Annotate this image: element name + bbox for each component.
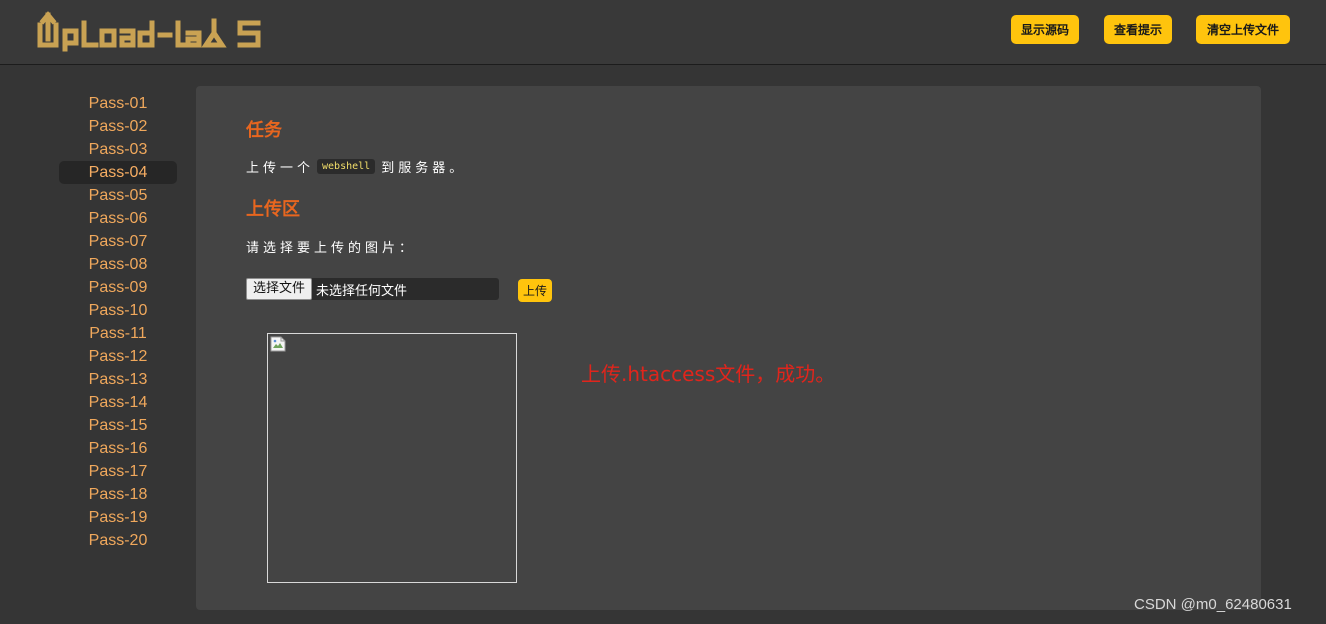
pass-sidebar: Pass-01 Pass-02 Pass-03 Pass-04 Pass-05 …	[59, 92, 177, 552]
sidebar-item-pass-06[interactable]: Pass-06	[59, 207, 177, 230]
file-input[interactable]: 选择文件 未选择任何文件	[246, 278, 499, 300]
file-status-text: 未选择任何文件	[316, 283, 408, 299]
upload-prompt: 请选择要上传的图片：	[246, 241, 417, 256]
sidebar-item-pass-11[interactable]: Pass-11	[59, 322, 177, 345]
sidebar-item-pass-20[interactable]: Pass-20	[59, 529, 177, 552]
sidebar-item-pass-01[interactable]: Pass-01	[59, 92, 177, 115]
task-description: 上传一个 webshell 到服务器。	[246, 157, 466, 176]
sidebar-item-pass-05[interactable]: Pass-05	[59, 184, 177, 207]
sidebar-item-pass-12[interactable]: Pass-12	[59, 345, 177, 368]
sidebar-item-pass-16[interactable]: Pass-16	[59, 437, 177, 460]
sidebar-item-pass-19[interactable]: Pass-19	[59, 506, 177, 529]
sidebar-item-pass-02[interactable]: Pass-02	[59, 115, 177, 138]
sidebar-item-pass-08[interactable]: Pass-08	[59, 253, 177, 276]
broken-image-icon	[270, 336, 286, 352]
sidebar-item-pass-14[interactable]: Pass-14	[59, 391, 177, 414]
sidebar-item-pass-13[interactable]: Pass-13	[59, 368, 177, 391]
sidebar-item-pass-18[interactable]: Pass-18	[59, 483, 177, 506]
show-hint-button[interactable]: 查看提示	[1104, 15, 1172, 44]
clear-uploads-button[interactable]: 清空上传文件	[1196, 15, 1290, 44]
sidebar-item-pass-07[interactable]: Pass-07	[59, 230, 177, 253]
sidebar-item-pass-03[interactable]: Pass-03	[59, 138, 177, 161]
sidebar-item-pass-04[interactable]: Pass-04	[59, 161, 177, 184]
task-heading: 任务	[246, 120, 282, 141]
sidebar-item-pass-09[interactable]: Pass-09	[59, 276, 177, 299]
sidebar-item-pass-15[interactable]: Pass-15	[59, 414, 177, 437]
webshell-code: webshell	[317, 159, 376, 174]
main-panel: 任务 上传一个 webshell 到服务器。 上传区 请选择要上传的图片： 选择…	[196, 86, 1261, 610]
upload-area-heading: 上传区	[246, 199, 300, 220]
sidebar-item-pass-17[interactable]: Pass-17	[59, 460, 177, 483]
choose-file-button[interactable]: 选择文件	[246, 278, 313, 300]
top-header: 显示源码 查看提示 清空上传文件	[0, 0, 1326, 65]
csdn-watermark: CSDN @m0_62480631	[1134, 596, 1292, 613]
sidebar-item-pass-10[interactable]: Pass-10	[59, 299, 177, 322]
upload-labs-logo	[37, 11, 261, 52]
task-text-after: 到服务器。	[381, 161, 467, 176]
uploaded-image-preview	[267, 333, 517, 583]
upload-result-message: 上传.htaccess文件，成功。	[581, 362, 836, 386]
task-text-before: 上传一个	[246, 161, 315, 176]
upload-submit-button[interactable]: 上传	[518, 279, 552, 302]
show-source-button[interactable]: 显示源码	[1011, 15, 1079, 44]
